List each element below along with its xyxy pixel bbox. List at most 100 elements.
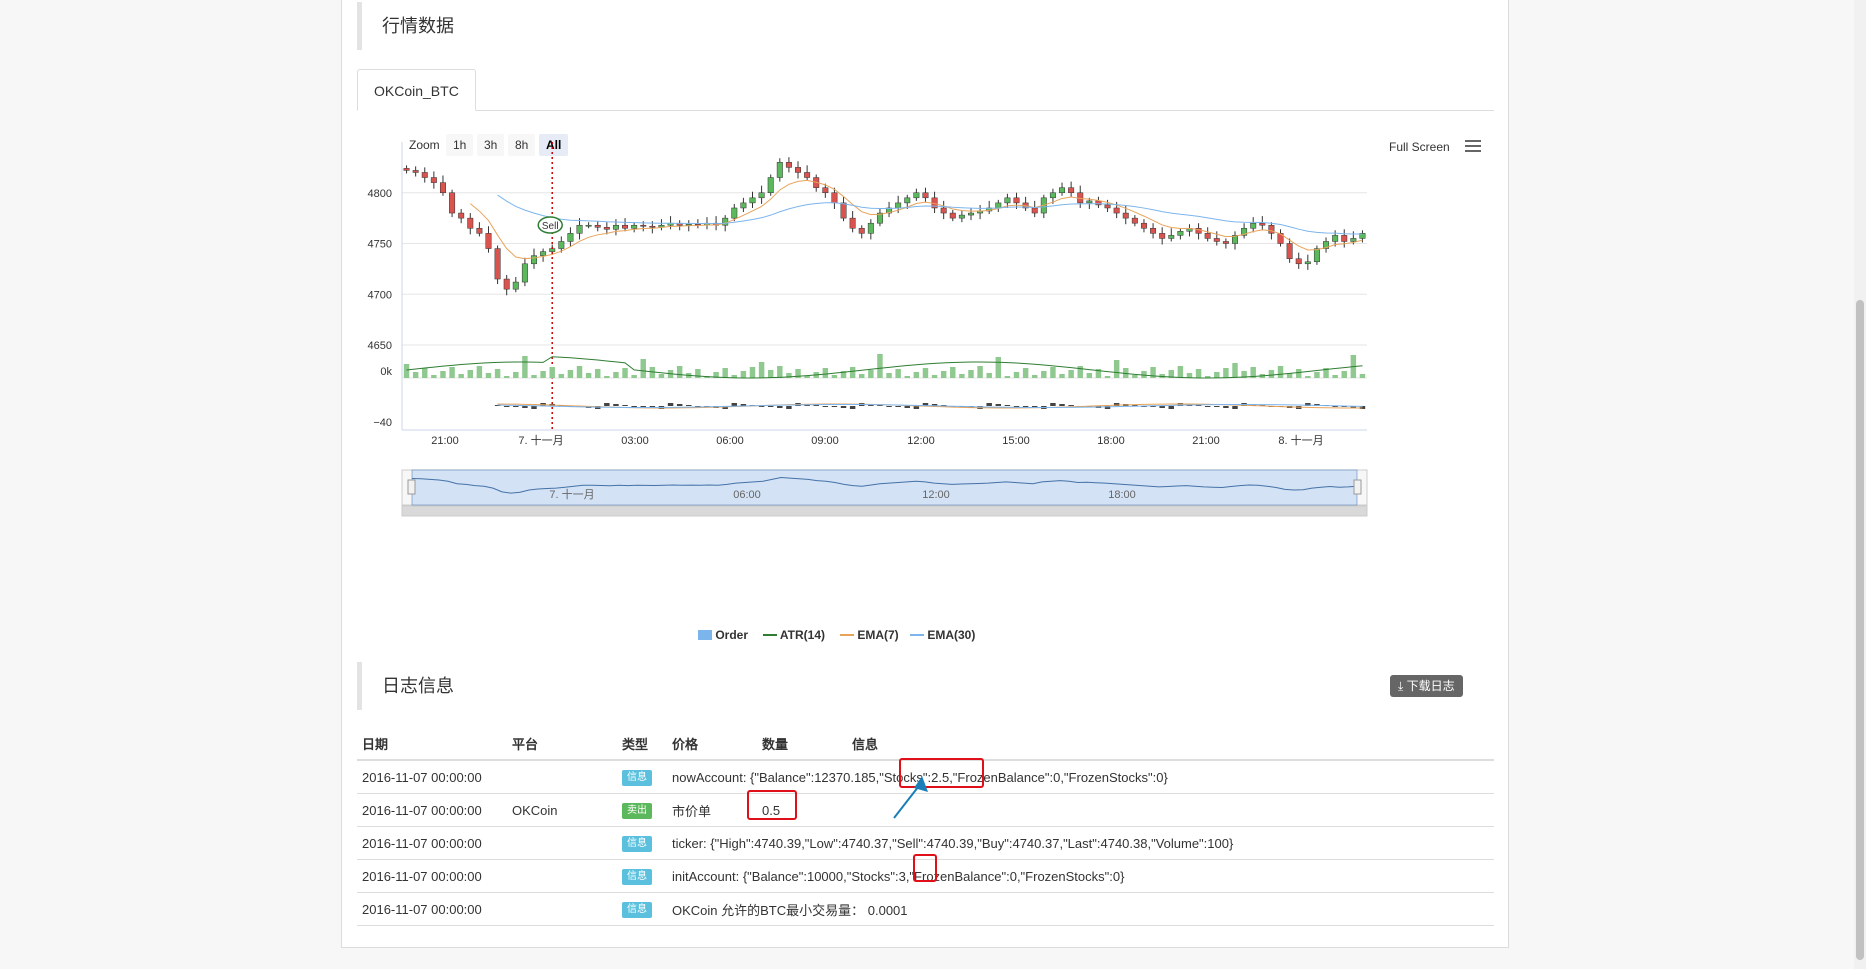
tab-okcoin-btc[interactable]: OKCoin_BTC bbox=[357, 69, 476, 111]
volume-bar bbox=[531, 375, 537, 378]
candle-body bbox=[549, 248, 556, 252]
macd-bar bbox=[531, 406, 537, 409]
candle-body bbox=[540, 251, 547, 256]
type-badge: 信息 bbox=[622, 836, 652, 852]
volume-bar bbox=[749, 367, 756, 378]
candle-body bbox=[430, 177, 437, 183]
macd-bar bbox=[1168, 406, 1174, 409]
annotation-box-qty bbox=[747, 790, 797, 820]
candle-body bbox=[1113, 207, 1120, 214]
annotation-arrow bbox=[893, 776, 928, 819]
candle-body bbox=[503, 278, 510, 290]
type-badge: 信息 bbox=[622, 902, 652, 918]
volume-bar bbox=[940, 371, 947, 378]
macd-bar bbox=[1068, 405, 1074, 406]
volume-bar bbox=[622, 368, 628, 378]
candle-body bbox=[494, 248, 501, 280]
volume-bar bbox=[740, 371, 747, 378]
candle-body bbox=[1204, 233, 1211, 239]
download-log-button[interactable]: ⤓ 下载日志 bbox=[1390, 675, 1463, 697]
price-chart[interactable]: 4800 4750 4700 4650 Sell 0k −40 21:00 7. 十一月 03:0… bbox=[342, 120, 1510, 660]
volume-bar bbox=[767, 370, 774, 378]
candle-body bbox=[631, 224, 638, 229]
volume-bar bbox=[604, 376, 610, 378]
candle-body bbox=[1250, 222, 1257, 229]
header-date: 日期 bbox=[357, 727, 507, 761]
cell-date: 2016-11-07 00:00:00 bbox=[357, 892, 507, 926]
volume-bar bbox=[1177, 366, 1184, 378]
candle-body bbox=[421, 172, 428, 178]
candle-body bbox=[1049, 192, 1056, 199]
volume-bar bbox=[995, 357, 1002, 378]
candle-body bbox=[1332, 235, 1339, 242]
y-tick-label: 4650 bbox=[368, 340, 392, 352]
volume-bar bbox=[1022, 368, 1029, 378]
candle-body bbox=[685, 223, 692, 226]
legend-atr[interactable]: ATR(14) bbox=[763, 628, 825, 642]
candle-body bbox=[449, 192, 456, 214]
page-scrollbar-thumb[interactable] bbox=[1856, 300, 1864, 960]
volume-bar bbox=[1041, 371, 1047, 378]
legend-order-swatch bbox=[698, 630, 712, 640]
download-log-label: 下载日志 bbox=[1406, 679, 1455, 693]
candle-body bbox=[849, 217, 856, 229]
candle-body bbox=[940, 207, 947, 214]
legend-order-label: Order bbox=[715, 628, 749, 642]
legend-ema7-swatch bbox=[840, 634, 854, 636]
macd-bar bbox=[831, 406, 838, 407]
macd-bar bbox=[1232, 406, 1238, 409]
macd-bar bbox=[1004, 405, 1011, 406]
cell-message: OKCoin 允许的BTC最小交易量： 0.0001 bbox=[667, 892, 1494, 926]
x-tick-label: 21:00 bbox=[431, 435, 459, 447]
x-tick-label: 09:00 bbox=[811, 435, 839, 447]
candle-body bbox=[1150, 228, 1157, 234]
macd-bar bbox=[767, 406, 774, 407]
volume-bar bbox=[913, 372, 920, 378]
macd-bar bbox=[604, 403, 610, 406]
legend-ema7[interactable]: EMA(7) bbox=[840, 628, 899, 642]
volume-tick-label: 0k bbox=[380, 366, 392, 378]
y-tick-label: 4750 bbox=[368, 239, 392, 251]
volume-bar bbox=[1013, 372, 1020, 378]
volume-bar bbox=[631, 375, 637, 378]
macd-bar bbox=[913, 406, 920, 409]
legend-ema30-label: EMA(30) bbox=[927, 628, 976, 642]
macd-bar bbox=[503, 406, 510, 407]
volume-bar bbox=[467, 370, 474, 378]
candle-body bbox=[913, 192, 920, 199]
macd-bar bbox=[822, 406, 829, 407]
candle-body bbox=[558, 241, 565, 249]
volume-bar bbox=[412, 372, 419, 378]
candle-body bbox=[858, 228, 865, 234]
candle-body bbox=[567, 233, 574, 242]
volume-bar bbox=[959, 374, 965, 378]
volume-bar bbox=[859, 374, 865, 378]
x-tick-label: 06:00 bbox=[716, 435, 744, 447]
tab-bar bbox=[357, 110, 1494, 111]
volume-bar bbox=[1223, 368, 1229, 378]
candle-body bbox=[439, 182, 446, 193]
volume-bar bbox=[1195, 369, 1202, 378]
sell-flag-label: Sell bbox=[542, 221, 559, 232]
candle-body bbox=[1313, 248, 1320, 263]
volume-bar bbox=[886, 373, 892, 378]
volume-bar bbox=[1050, 367, 1056, 378]
legend-ema30[interactable]: EMA(30) bbox=[910, 628, 975, 642]
legend-order[interactable]: Order bbox=[698, 628, 748, 642]
macd-bar bbox=[1223, 406, 1229, 408]
candle-body bbox=[512, 281, 519, 290]
candle-body bbox=[785, 162, 792, 168]
candle-body bbox=[521, 263, 528, 283]
macd-bar bbox=[731, 403, 738, 406]
type-badge: 卖出 bbox=[622, 803, 652, 819]
x-tick-label: 12:00 bbox=[907, 435, 935, 447]
candle-body bbox=[1286, 243, 1293, 259]
volume-bar bbox=[1031, 375, 1038, 378]
candle-body bbox=[968, 212, 974, 216]
volume-bar bbox=[431, 375, 437, 378]
candle-body bbox=[640, 224, 647, 227]
volume-bar bbox=[1232, 363, 1238, 378]
volume-bar bbox=[986, 373, 992, 378]
macd-bar bbox=[676, 404, 683, 406]
macd-bar bbox=[849, 406, 856, 409]
